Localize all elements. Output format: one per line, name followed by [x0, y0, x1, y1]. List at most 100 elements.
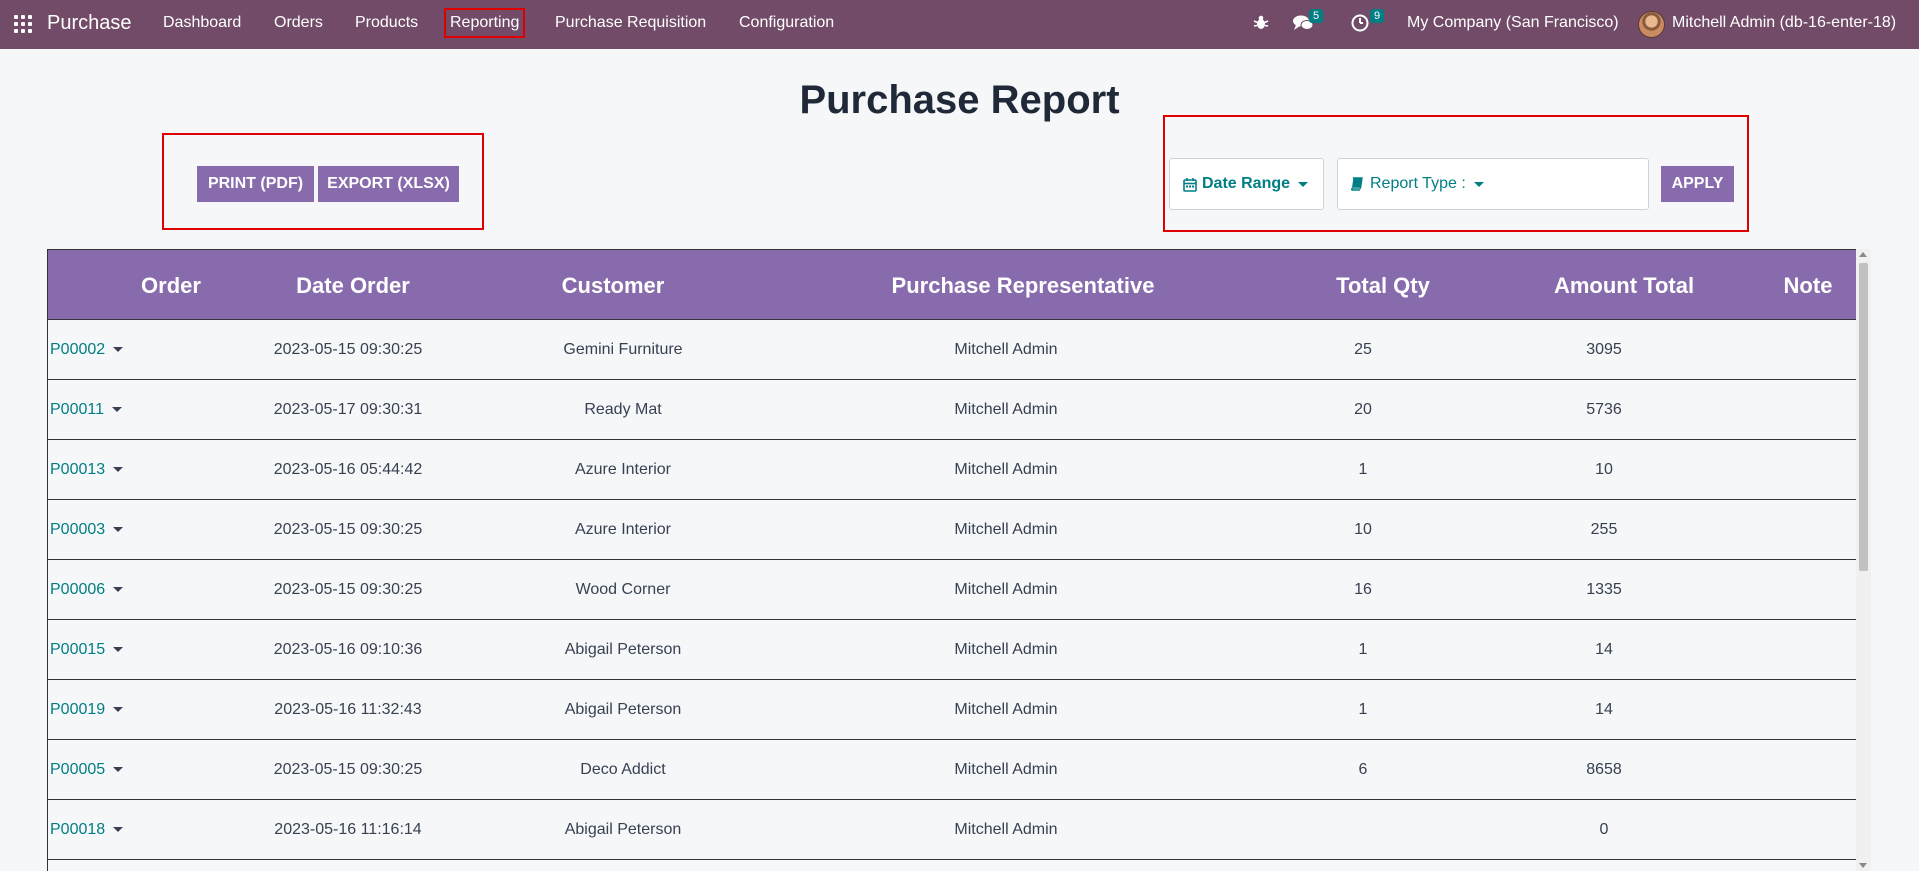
menu-dashboard[interactable]: Dashboard	[163, 14, 241, 32]
cell-order[interactable]: P00002	[50, 341, 124, 359]
table-row: P00006 2023-05-15 09:30:25 Wood Corner Mitc…	[48, 560, 1856, 620]
menu-configuration[interactable]: Configuration	[739, 14, 834, 32]
cell-customer: Azure Interior	[574, 461, 672, 478]
cell-customer: Abigail Peterson	[564, 701, 682, 718]
calendar-icon	[1183, 177, 1197, 192]
order-dropdown-caret-icon[interactable]	[113, 707, 124, 713]
apply-button[interactable]: APPLY	[1661, 166, 1734, 202]
cell-order[interactable]: P00006	[50, 581, 124, 599]
menu-purchase-requisition[interactable]: Purchase Requisition	[555, 14, 706, 32]
order-dropdown-caret-icon[interactable]	[113, 527, 124, 533]
cell-amount-total: 0	[1599, 821, 1609, 838]
report-type-dropdown[interactable]: Report Type :	[1337, 158, 1649, 210]
order-link[interactable]: P00003	[50, 521, 105, 538]
apps-menu-icon[interactable]	[14, 15, 32, 33]
order-link[interactable]: P00013	[50, 461, 105, 478]
cell-customer: Wood Corner	[575, 581, 671, 598]
debug-bug-icon[interactable]	[1251, 13, 1271, 33]
cell-amount-total: 255	[1590, 521, 1618, 538]
cell-date-order: 2023-05-16 09:10:36	[273, 641, 423, 658]
cell-customer: Ready Mat	[584, 401, 662, 418]
chevron-down-icon	[1298, 181, 1309, 187]
header-order: Order	[141, 273, 201, 298]
cell-purchase-representative: Mitchell Admin	[954, 581, 1058, 598]
cell-purchase-representative: Mitchell Admin	[954, 341, 1058, 358]
cell-customer: Deco Addict	[580, 761, 666, 778]
table-row: P00013 2023-05-16 05:44:42 Azure Interior M…	[48, 440, 1856, 500]
table-row: P00011 2023-05-17 09:30:31 Ready Mat Mitche…	[48, 380, 1856, 440]
order-link[interactable]: P00019	[50, 701, 105, 718]
header-customer: Customer	[561, 273, 665, 298]
messages-count-badge: 5	[1309, 9, 1324, 23]
chevron-down-icon	[1473, 181, 1484, 187]
table-row: P00015 2023-05-16 09:10:36 Abigail Peterso…	[48, 620, 1856, 680]
order-link[interactable]: P00005	[50, 761, 105, 778]
purchase-report-table: Order Date Order Customer Purchase Repre…	[47, 249, 1856, 871]
report-type-label: Report Type :	[1370, 175, 1466, 192]
order-link[interactable]: P00006	[50, 581, 105, 598]
scroll-thumb[interactable]	[1859, 263, 1868, 571]
table-row: P00002 2023-05-15 09:30:25 Gemini Furnitur…	[48, 320, 1856, 380]
header-total-qty: Total Qty	[1336, 273, 1430, 298]
order-link[interactable]: P00018	[50, 821, 105, 838]
menu-reporting[interactable]: Reporting	[443, 8, 526, 38]
order-dropdown-caret-icon[interactable]	[113, 647, 124, 653]
print-pdf-button[interactable]: PRINT (PDF)	[197, 166, 314, 202]
order-link[interactable]: P00015	[50, 641, 105, 658]
cell-order[interactable]: P00011	[50, 401, 122, 419]
table-row: P00005 2023-05-15 09:30:25 Deco Addict Mitc…	[48, 740, 1856, 800]
order-dropdown-caret-icon[interactable]	[113, 587, 124, 593]
cell-amount-total: 1335	[1586, 581, 1622, 598]
cell-customer: Gemini Furniture	[563, 341, 683, 358]
cell-date-order: 2023-05-16 05:44:42	[273, 461, 423, 478]
date-range-dropdown[interactable]: Date Range	[1169, 158, 1324, 210]
cell-amount-total: 10	[1595, 461, 1613, 478]
cell-purchase-representative: Mitchell Admin	[954, 761, 1058, 778]
cell-order[interactable]: P00013	[50, 461, 124, 479]
order-dropdown-caret-icon[interactable]	[113, 767, 124, 773]
cell-amount-total: 5736	[1586, 401, 1622, 418]
order-link[interactable]: P00002	[50, 341, 105, 358]
cell-date-order: 2023-05-17 09:30:31	[273, 401, 423, 418]
scroll-down-arrow-icon[interactable]	[1859, 863, 1867, 868]
order-dropdown-caret-icon[interactable]	[113, 827, 124, 833]
cell-purchase-representative: Mitchell Admin	[954, 641, 1058, 658]
order-dropdown-caret-icon[interactable]	[113, 347, 124, 353]
cell-purchase-representative: Mitchell Admin	[954, 521, 1058, 538]
table-scrollbar[interactable]	[1856, 249, 1871, 871]
export-xlsx-button[interactable]: EXPORT (XLSX)	[318, 166, 459, 202]
cell-date-order: 2023-05-15 09:30:25	[273, 581, 423, 598]
cell-purchase-representative: Mitchell Admin	[954, 401, 1058, 418]
book-icon	[1351, 177, 1363, 191]
table-row: P00018 2023-05-16 11:16:14 Abigail Peterso…	[48, 800, 1856, 860]
menu-orders[interactable]: Orders	[274, 14, 323, 32]
cell-customer: Azure Interior	[574, 521, 672, 538]
cell-amount-total: 14	[1595, 641, 1613, 658]
cell-date-order: 2023-05-15 09:30:25	[273, 521, 423, 538]
activities-count-badge: 9	[1370, 9, 1385, 23]
activity-clock-icon[interactable]	[1350, 13, 1370, 33]
user-avatar[interactable]	[1638, 11, 1665, 38]
company-switcher[interactable]: My Company (San Francisco)	[1407, 14, 1619, 32]
order-dropdown-caret-icon[interactable]	[113, 467, 124, 473]
cell-amount-total: 8658	[1586, 761, 1622, 778]
header-note: Note	[1783, 273, 1833, 298]
user-menu[interactable]: Mitchell Admin (db-16-enter-18)	[1672, 14, 1896, 32]
date-range-label: Date Range	[1202, 175, 1291, 192]
order-link[interactable]: P00011	[50, 401, 104, 418]
header-amount-total: Amount Total	[1553, 273, 1695, 298]
cell-customer: Abigail Peterson	[564, 641, 682, 658]
scroll-up-arrow-icon[interactable]	[1859, 252, 1867, 257]
cell-order[interactable]: P00005	[50, 761, 124, 779]
cell-order[interactable]: P00019	[50, 701, 124, 719]
cell-order[interactable]: P00003	[50, 521, 124, 539]
table-header-row: Order Date Order Customer Purchase Repre…	[48, 249, 1856, 320]
cell-date-order: 2023-05-15 09:30:25	[273, 761, 423, 778]
table-row: P00019 2023-05-16 11:32:43 Abigail Peterso…	[48, 680, 1856, 740]
cell-order[interactable]: P00018	[50, 821, 124, 839]
cell-order[interactable]: P00015	[50, 641, 124, 659]
cell-amount-total: 3095	[1586, 341, 1622, 358]
order-dropdown-caret-icon[interactable]	[111, 407, 122, 413]
menu-products[interactable]: Products	[355, 14, 418, 32]
app-brand[interactable]: Purchase	[47, 12, 132, 35]
